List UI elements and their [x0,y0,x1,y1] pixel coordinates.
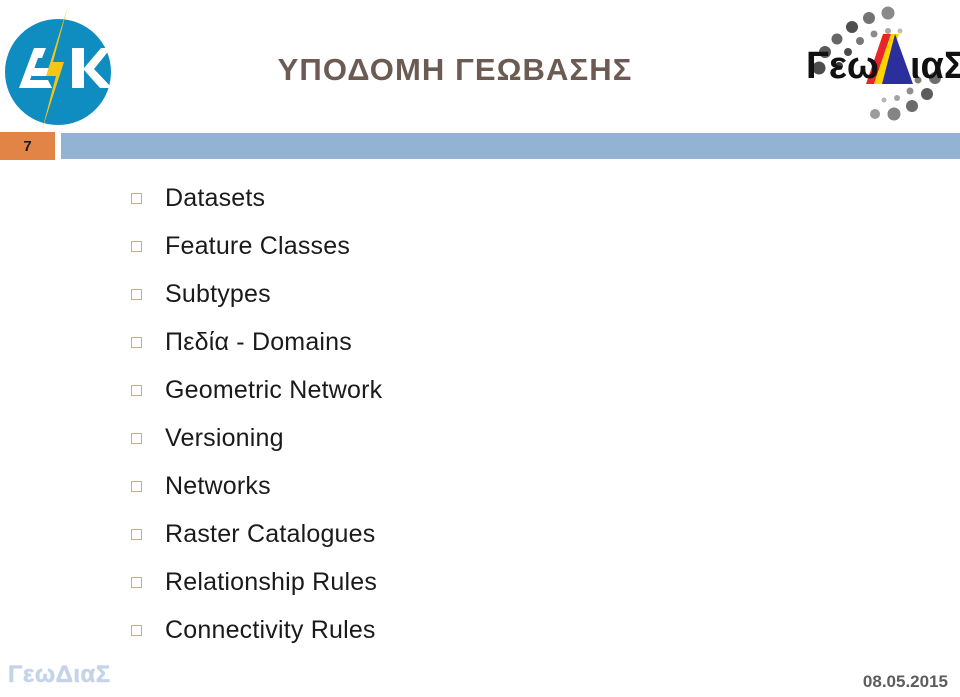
geodias-text-right: ιαΣ [910,45,960,87]
page-number-badge: 7 [0,132,55,160]
list-item: Subtypes [131,270,891,318]
square-bullet-icon [131,240,142,252]
list-item: Feature Classes [131,222,891,270]
page-title: ΥΠΟΔΟΜΗ ΓΕΩΒΑΣΗΣ [277,52,633,87]
square-bullet-icon [131,384,142,396]
list-item-label: Relationship Rules [165,567,378,596]
list-item: Relationship Rules [131,558,891,606]
list-item: Raster Catalogues [131,510,891,558]
list-item-label: Geometric Network [165,375,383,404]
ahk-logo [2,6,114,130]
geodias-logo-graphic: Γεω ιαΣ [806,6,960,121]
list-item-label: Feature Classes [165,231,351,260]
ahk-logo-graphic [5,6,112,130]
bullet-list: Datasets Feature Classes Subtypes Πεδία … [131,174,891,654]
square-bullet-icon [131,288,142,300]
list-item-label: Datasets [165,183,266,212]
list-item-label: Raster Catalogues [165,519,376,548]
list-item-label: Subtypes [165,279,271,308]
list-item: Networks [131,462,891,510]
list-item: Connectivity Rules [131,606,891,654]
square-bullet-icon [131,192,142,204]
square-bullet-icon [131,624,142,636]
list-item: Versioning [131,414,891,462]
list-item: Datasets [131,174,891,222]
square-bullet-icon [131,576,142,588]
footer-logo: ΓεωΔιαΣ [8,661,111,688]
square-bullet-icon [131,336,142,348]
list-item-label: Πεδία - Domains [165,327,352,356]
square-bullet-icon [131,432,142,444]
list-item: Geometric Network [131,366,891,414]
footer-date: 08.05.2015 [862,672,948,691]
list-item-label: Networks [165,471,271,500]
list-item-label: Connectivity Rules [165,615,376,644]
geodias-text-left: Γεω [806,45,879,87]
geodias-logo: Γεω ιαΣ [792,0,960,128]
list-item: Πεδία - Domains [131,318,891,366]
square-bullet-icon [131,480,142,492]
square-bullet-icon [131,528,142,540]
title-divider-bar [61,133,960,159]
list-item-label: Versioning [165,423,284,452]
